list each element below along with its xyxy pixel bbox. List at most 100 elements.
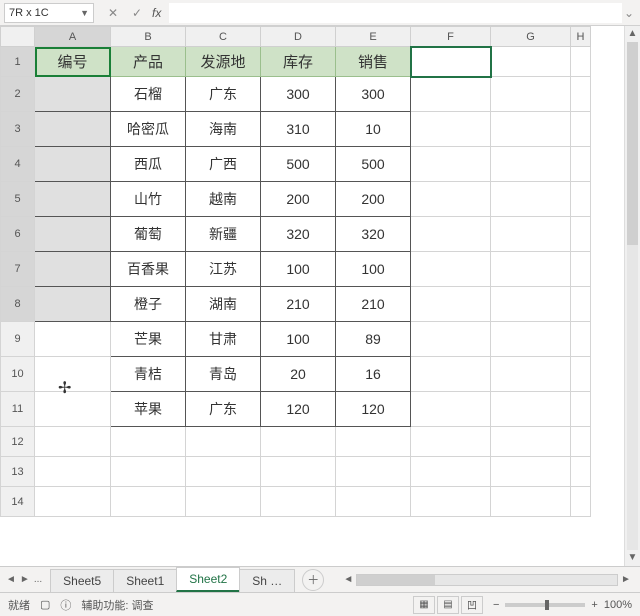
cell[interactable]: [336, 457, 411, 487]
cell[interactable]: [35, 287, 111, 322]
cell[interactable]: [111, 427, 186, 457]
cell[interactable]: 新疆: [186, 217, 261, 252]
cell[interactable]: [35, 182, 111, 217]
cell[interactable]: 湖南: [186, 287, 261, 322]
cell[interactable]: 甘肃: [186, 322, 261, 357]
cell[interactable]: 橙子: [111, 287, 186, 322]
scroll-track[interactable]: [627, 42, 638, 550]
cell[interactable]: [336, 487, 411, 517]
cell[interactable]: [261, 457, 336, 487]
sheet-tab[interactable]: Sheet2: [176, 567, 240, 592]
cell[interactable]: 16: [336, 357, 411, 392]
row-header[interactable]: 6: [1, 217, 35, 252]
cell[interactable]: [571, 357, 591, 392]
cell[interactable]: [35, 487, 111, 517]
cell[interactable]: [261, 427, 336, 457]
cell[interactable]: 120: [261, 392, 336, 427]
cell[interactable]: 300: [261, 77, 336, 112]
cell[interactable]: 200: [261, 182, 336, 217]
cell[interactable]: [261, 487, 336, 517]
cell[interactable]: [35, 322, 111, 357]
sheet-tab[interactable]: Sh …: [239, 569, 295, 592]
cell[interactable]: [186, 457, 261, 487]
col-header-B[interactable]: B: [111, 27, 186, 47]
scroll-thumb[interactable]: [627, 42, 638, 245]
record-macro-icon[interactable]: ▢: [40, 598, 50, 611]
cell[interactable]: 芒果: [111, 322, 186, 357]
cell[interactable]: 10: [336, 112, 411, 147]
cell[interactable]: 210: [336, 287, 411, 322]
view-pagelayout-icon[interactable]: ▤: [437, 596, 459, 614]
cell[interactable]: [491, 47, 571, 77]
accessibility-status[interactable]: 辅助功能: 调查: [81, 597, 153, 613]
cell[interactable]: [411, 182, 491, 217]
cell[interactable]: [571, 392, 591, 427]
scroll-left-icon[interactable]: ◄: [340, 574, 356, 585]
cell[interactable]: 500: [336, 147, 411, 182]
row-header[interactable]: 8: [1, 287, 35, 322]
cell[interactable]: [491, 217, 571, 252]
cell[interactable]: [491, 357, 571, 392]
zoom-slider-knob[interactable]: [545, 600, 549, 610]
chevron-down-icon[interactable]: ▼: [80, 8, 89, 18]
cell[interactable]: [571, 427, 591, 457]
cell[interactable]: [411, 457, 491, 487]
cell[interactable]: 石榴: [111, 77, 186, 112]
col-header-F[interactable]: F: [411, 27, 491, 47]
cell[interactable]: 发源地: [186, 47, 261, 77]
cell[interactable]: 山竹: [111, 182, 186, 217]
tab-nav-next-icon[interactable]: ►: [20, 574, 30, 585]
cell[interactable]: 库存: [261, 47, 336, 77]
cell[interactable]: [186, 427, 261, 457]
cell[interactable]: [491, 487, 571, 517]
hscroll-thumb[interactable]: [357, 575, 435, 585]
cell[interactable]: [35, 147, 111, 182]
cell[interactable]: [571, 287, 591, 322]
cell[interactable]: [491, 322, 571, 357]
cell[interactable]: 310: [261, 112, 336, 147]
row-header[interactable]: 1: [1, 47, 35, 77]
cell[interactable]: [35, 112, 111, 147]
row-header[interactable]: 11: [1, 392, 35, 427]
cell[interactable]: [491, 427, 571, 457]
fx-label[interactable]: fx: [152, 6, 161, 20]
cell[interactable]: 葡萄: [111, 217, 186, 252]
cell[interactable]: [411, 77, 491, 112]
cell[interactable]: 销售: [336, 47, 411, 77]
cell[interactable]: 120: [336, 392, 411, 427]
row-header[interactable]: 3: [1, 112, 35, 147]
cell[interactable]: [571, 487, 591, 517]
cell[interactable]: [571, 47, 591, 77]
vertical-scrollbar[interactable]: ▲ ▼: [624, 26, 640, 566]
tab-nav-more[interactable]: ...: [34, 574, 42, 585]
cell[interactable]: 320: [261, 217, 336, 252]
cell[interactable]: [35, 217, 111, 252]
cell[interactable]: 哈密瓜: [111, 112, 186, 147]
cell[interactable]: [186, 487, 261, 517]
cell[interactable]: 青岛: [186, 357, 261, 392]
cell[interactable]: [571, 217, 591, 252]
row-header[interactable]: 5: [1, 182, 35, 217]
zoom-out-button[interactable]: −: [493, 599, 499, 611]
cell[interactable]: 编号: [35, 47, 111, 77]
cell[interactable]: 广西: [186, 147, 261, 182]
horizontal-scrollbar[interactable]: ◄ ►: [340, 573, 634, 587]
row-header[interactable]: 2: [1, 77, 35, 112]
cell[interactable]: [411, 322, 491, 357]
row-header[interactable]: 9: [1, 322, 35, 357]
cell[interactable]: [571, 77, 591, 112]
cell[interactable]: 200: [336, 182, 411, 217]
row-header[interactable]: 7: [1, 252, 35, 287]
cell[interactable]: [35, 77, 111, 112]
cell[interactable]: [411, 252, 491, 287]
scroll-up-icon[interactable]: ▲: [625, 26, 640, 42]
zoom-slider[interactable]: [505, 603, 585, 607]
cell[interactable]: 210: [261, 287, 336, 322]
cell[interactable]: [111, 457, 186, 487]
cell-active[interactable]: [411, 47, 491, 77]
sheet-tab[interactable]: Sheet1: [113, 569, 177, 592]
cell[interactable]: [491, 77, 571, 112]
row-header[interactable]: 14: [1, 487, 35, 517]
zoom-level[interactable]: 100%: [604, 599, 632, 611]
col-header-H[interactable]: H: [571, 27, 591, 47]
